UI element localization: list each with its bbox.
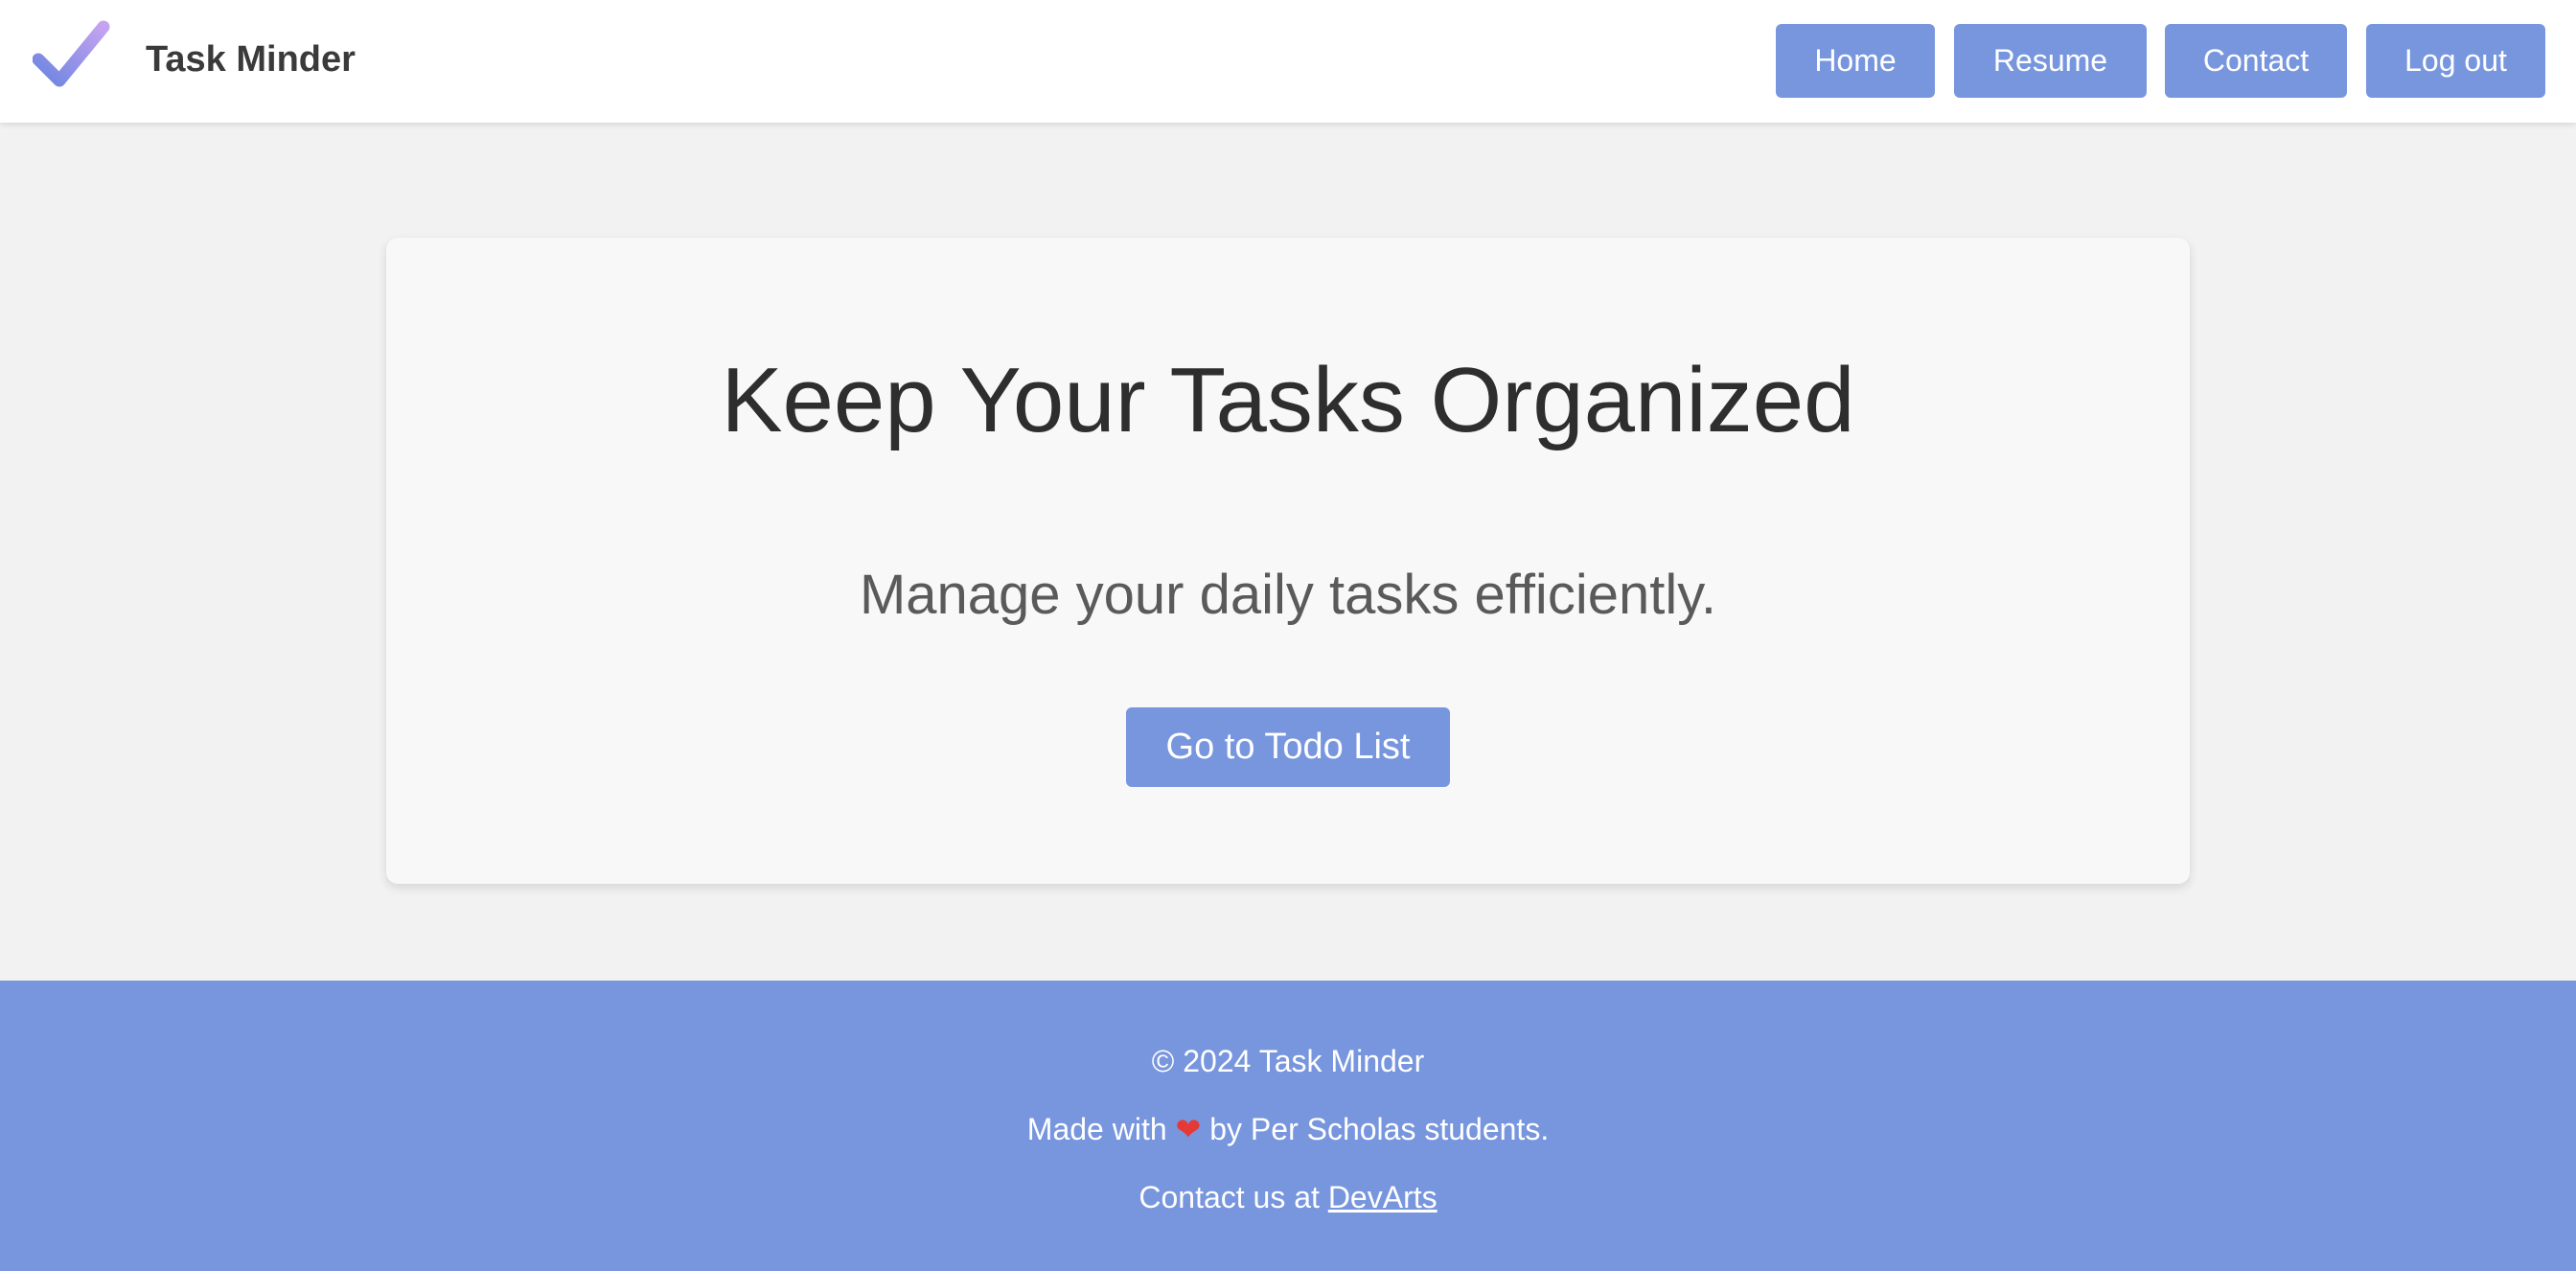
main-content (0, 123, 2576, 981)
nav-home-button[interactable]: Home (1776, 24, 1935, 98)
devarts-link[interactable]: DevArts (1328, 1180, 1438, 1214)
contact-prefix: Contact us at (1138, 1180, 1320, 1214)
hero-subtitle: Manage your daily tasks efficiently. (859, 564, 1717, 626)
hero-title: Keep Your Tasks Organized (721, 349, 1855, 451)
checkmark-icon[interactable] (33, 19, 119, 96)
top-navbar: Task Minder Home Resume Contact Log out (0, 0, 2576, 123)
footer-made-with: Made with ❤ by Per Scholas students. (0, 1110, 2576, 1148)
nav-logout-button[interactable]: Log out (2366, 24, 2545, 98)
brand-name[interactable]: Task Minder (146, 36, 356, 82)
footer-copyright: © 2024 Task Minder (1151, 1044, 1425, 1078)
nav-contact-button[interactable]: Contact (2165, 24, 2347, 98)
go-to-todo-list-button[interactable]: Go to Todo List (1126, 707, 1450, 787)
nav-resume-button[interactable]: Resume (1954, 24, 2147, 98)
made-with-prefix: Made with (1026, 1112, 1167, 1146)
footer-contact: Contact us at DevArts (0, 1178, 2576, 1216)
made-with-suffix: by Per Scholas students. (1209, 1112, 1550, 1146)
footer: © 2024 Task Minder Made with ❤ by Per Sc… (0, 981, 2576, 1271)
heart-icon: ❤ (1175, 1112, 1202, 1146)
